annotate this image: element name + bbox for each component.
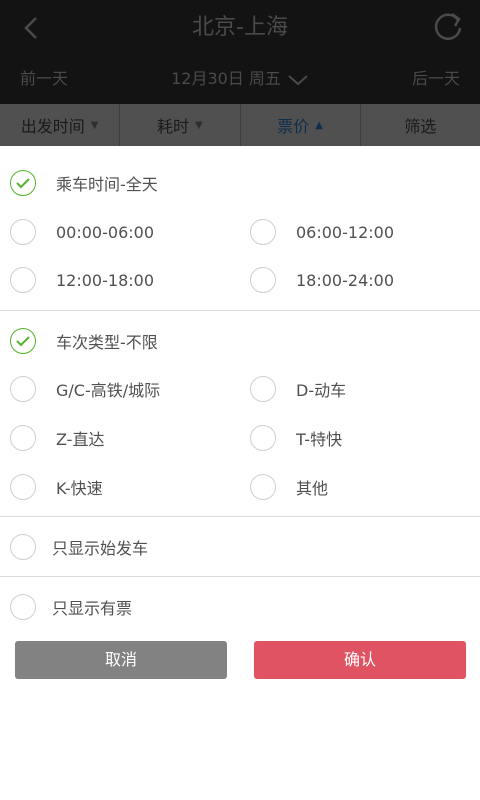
sort-asc-icon: ▲ xyxy=(315,119,323,131)
radio-icon xyxy=(250,376,276,402)
refresh-icon[interactable] xyxy=(430,8,466,44)
radio-icon xyxy=(10,594,36,620)
time-option-1800-2400[interactable]: 18:00-24:00 xyxy=(250,267,394,293)
date-navigator: 前一天 12月30日 周五 后一天 xyxy=(0,56,480,102)
train-type-all-option[interactable]: 车次类型-不限 xyxy=(10,328,158,354)
divider xyxy=(0,516,480,517)
current-date: 12月30日 周五 xyxy=(171,69,281,88)
radio-icon xyxy=(250,474,276,500)
next-day-button[interactable]: 后一天 xyxy=(412,56,460,102)
train-type-t[interactable]: T-特快 xyxy=(250,425,342,451)
radio-icon xyxy=(250,425,276,451)
cancel-button[interactable]: 取消 xyxy=(15,641,227,679)
date-selector[interactable]: 12月30日 周五 xyxy=(0,56,480,102)
radio-icon xyxy=(250,267,276,293)
divider xyxy=(0,310,480,311)
header-bar: 北京-上海 前一天 12月30日 周五 后一天 xyxy=(0,0,480,104)
tab-price[interactable]: 票价 ▲ xyxy=(241,104,361,146)
time-option-0000-0600[interactable]: 00:00-06:00 xyxy=(10,219,154,245)
radio-icon xyxy=(10,267,36,293)
time-option-0600-1200[interactable]: 06:00-12:00 xyxy=(250,219,394,245)
sort-desc-icon: ▼ xyxy=(195,119,203,131)
time-option-1200-1800[interactable]: 12:00-18:00 xyxy=(10,267,154,293)
sort-desc-icon: ▼ xyxy=(90,119,99,131)
train-type-section-title: 车次类型-不限 xyxy=(56,333,158,352)
tab-duration[interactable]: 耗时 ▼ xyxy=(120,104,241,146)
train-type-gc[interactable]: G/C-高铁/城际 xyxy=(10,376,160,402)
radio-icon xyxy=(10,474,36,500)
route-title: 北京-上海 xyxy=(192,15,288,40)
radio-icon xyxy=(10,219,36,245)
only-available-option[interactable]: 只显示有票 xyxy=(10,594,132,620)
radio-icon xyxy=(10,425,36,451)
tab-departure-time[interactable]: 出发时间 ▼ xyxy=(0,104,121,146)
radio-icon xyxy=(10,534,36,560)
chevron-down-icon xyxy=(288,74,308,85)
time-section-title: 乘车时间-全天 xyxy=(56,175,158,194)
train-type-z[interactable]: Z-直达 xyxy=(10,425,104,451)
only-origin-option[interactable]: 只显示始发车 xyxy=(10,534,148,560)
sort-bar: 出发时间 ▼ 耗时 ▼ 票价 ▲ 筛选 xyxy=(0,104,480,146)
train-type-other[interactable]: 其他 xyxy=(250,474,328,500)
tab-filter[interactable]: 筛选 xyxy=(361,104,480,146)
train-type-d[interactable]: D-动车 xyxy=(250,376,346,402)
time-all-option[interactable]: 乘车时间-全天 xyxy=(10,170,158,196)
checkmark-icon xyxy=(10,170,36,196)
confirm-button[interactable]: 确认 xyxy=(254,641,466,679)
radio-icon xyxy=(250,219,276,245)
train-type-k[interactable]: K-快速 xyxy=(10,474,103,500)
radio-icon xyxy=(10,376,36,402)
filter-panel: 乘车时间-全天 00:00-06:00 06:00-12:00 12:00-18… xyxy=(0,146,480,800)
divider xyxy=(0,576,480,577)
checkmark-icon xyxy=(10,328,36,354)
